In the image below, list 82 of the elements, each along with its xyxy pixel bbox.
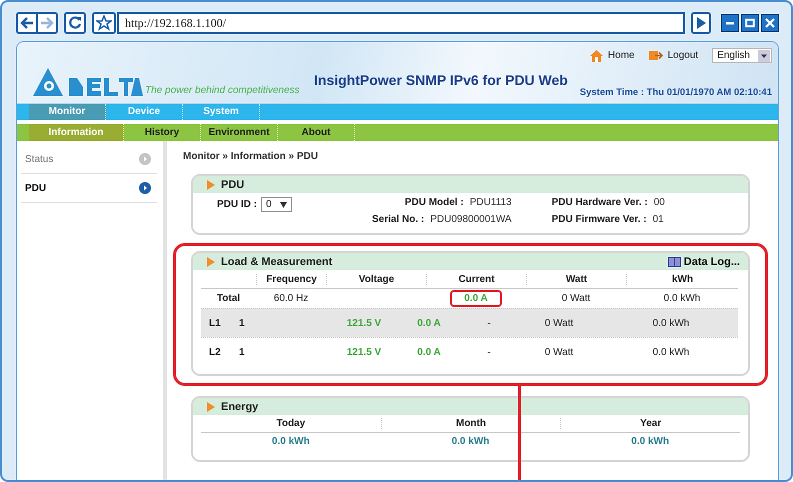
field-value: PDU1113 bbox=[470, 197, 512, 208]
address-field[interactable]: http://192.168.1.100/ bbox=[117, 12, 685, 34]
arrow-circle-icon bbox=[139, 182, 151, 194]
pdu-id-select[interactable]: 0 bbox=[261, 197, 292, 212]
app-title: InsightPower SNMP IPv6 for PDU Web bbox=[314, 72, 569, 88]
table-cell-text: 0.0 kWh bbox=[450, 436, 490, 447]
data-log-link[interactable]: Data Log... bbox=[668, 256, 740, 268]
column-header: Today bbox=[275, 418, 306, 429]
submenu-tab[interactable]: Environment bbox=[201, 124, 278, 141]
table-cell-text: - bbox=[486, 346, 492, 358]
triangle-icon bbox=[207, 402, 215, 412]
table-cell-text: 0.0 A bbox=[416, 346, 442, 358]
delta-logo-icon bbox=[31, 66, 143, 98]
table-cell-text: 1 bbox=[239, 318, 246, 328]
house-icon bbox=[590, 50, 603, 62]
table-cell-text: 0.0 kWh bbox=[662, 293, 702, 304]
panel-title: Load & Measurement bbox=[221, 256, 332, 268]
field-value: PDU09800001WA bbox=[430, 214, 512, 225]
column-header: Year bbox=[560, 418, 740, 429]
line-label: L2 bbox=[209, 346, 222, 358]
forward-arrow-icon bbox=[40, 17, 54, 29]
bookmark-button[interactable] bbox=[92, 12, 116, 34]
column-header: kWh bbox=[626, 274, 738, 284]
table-cell-text: 0 Watt bbox=[544, 346, 574, 358]
home-link[interactable]: Home bbox=[590, 50, 635, 62]
field-value: 01 bbox=[652, 214, 664, 225]
table-cell-text: 1 bbox=[239, 346, 246, 358]
field-label: PDU Hardware Ver. : bbox=[552, 197, 648, 208]
field-label: PDU Model : bbox=[404, 197, 464, 208]
column-header: Watt bbox=[526, 274, 626, 284]
sidebar-item[interactable]: PDU bbox=[21, 174, 157, 203]
dropdown-caret-icon bbox=[280, 202, 287, 208]
field-label: Serial No. : bbox=[372, 214, 424, 225]
slogan-text: The power behind competitiveness bbox=[145, 85, 300, 98]
play-icon bbox=[696, 17, 706, 29]
panel-title: PDU bbox=[221, 178, 244, 190]
line-label: L1 bbox=[209, 318, 222, 328]
exit-arrow-icon bbox=[648, 50, 663, 61]
go-button[interactable] bbox=[691, 12, 711, 34]
logout-link[interactable]: Logout bbox=[648, 50, 698, 61]
column-header: Voltage bbox=[326, 274, 426, 284]
language-select[interactable]: English bbox=[712, 48, 772, 63]
column-header: Current bbox=[426, 274, 526, 284]
table-cell-text: 121.5 V bbox=[346, 346, 382, 358]
table-cell-text: - bbox=[486, 318, 492, 328]
triangle-icon bbox=[207, 256, 215, 266]
column-header: Month bbox=[380, 418, 560, 429]
forward-button[interactable] bbox=[37, 12, 58, 34]
panel-title: Energy bbox=[221, 400, 258, 412]
table-cell-text: 121.5 V bbox=[346, 318, 382, 328]
close-icon bbox=[765, 18, 775, 28]
field-label: PDU Firmware Ver. : bbox=[552, 214, 647, 225]
book-icon bbox=[668, 256, 681, 266]
triangle-icon bbox=[207, 180, 215, 190]
table-cell-text: 0 Watt bbox=[544, 318, 574, 328]
refresh-button[interactable] bbox=[64, 12, 86, 34]
system-time: System Time : Thu 01/01/1970 AM 02:10:41 bbox=[580, 87, 772, 98]
minimize-button[interactable] bbox=[721, 14, 739, 32]
table-cell-text: 0 Watt bbox=[560, 293, 592, 304]
submenu-tab[interactable]: About bbox=[278, 124, 355, 141]
table-cell-text: 0.0 kWh bbox=[652, 346, 690, 358]
sidebar-item[interactable]: Status bbox=[21, 145, 157, 174]
dropdown-caret-icon bbox=[758, 50, 770, 62]
field-value: 00 bbox=[654, 197, 665, 208]
field-label: PDU ID : bbox=[217, 199, 257, 210]
star-icon bbox=[96, 15, 112, 31]
maximize-icon bbox=[745, 18, 755, 28]
table-cell-text: 0.0 kWh bbox=[652, 318, 690, 328]
table-cell-text: 0.0 A bbox=[416, 318, 442, 328]
table-cell-text: 60.0 Hz bbox=[272, 293, 310, 304]
row-label: Total bbox=[216, 293, 242, 304]
table-cell-text: 0.0 kWh bbox=[270, 436, 311, 447]
table-cell-text: 0.0 kWh bbox=[630, 436, 670, 447]
maximize-button[interactable] bbox=[741, 14, 759, 32]
back-arrow-icon bbox=[20, 17, 34, 29]
refresh-icon bbox=[68, 16, 82, 30]
arrow-circle-icon bbox=[139, 153, 151, 165]
breadcrumb: Monitor » Information » PDU bbox=[183, 150, 319, 164]
back-button[interactable] bbox=[16, 12, 37, 34]
column-header: Frequency bbox=[256, 274, 326, 284]
submenu-tab[interactable]: History bbox=[124, 124, 201, 141]
close-button[interactable] bbox=[761, 14, 779, 32]
